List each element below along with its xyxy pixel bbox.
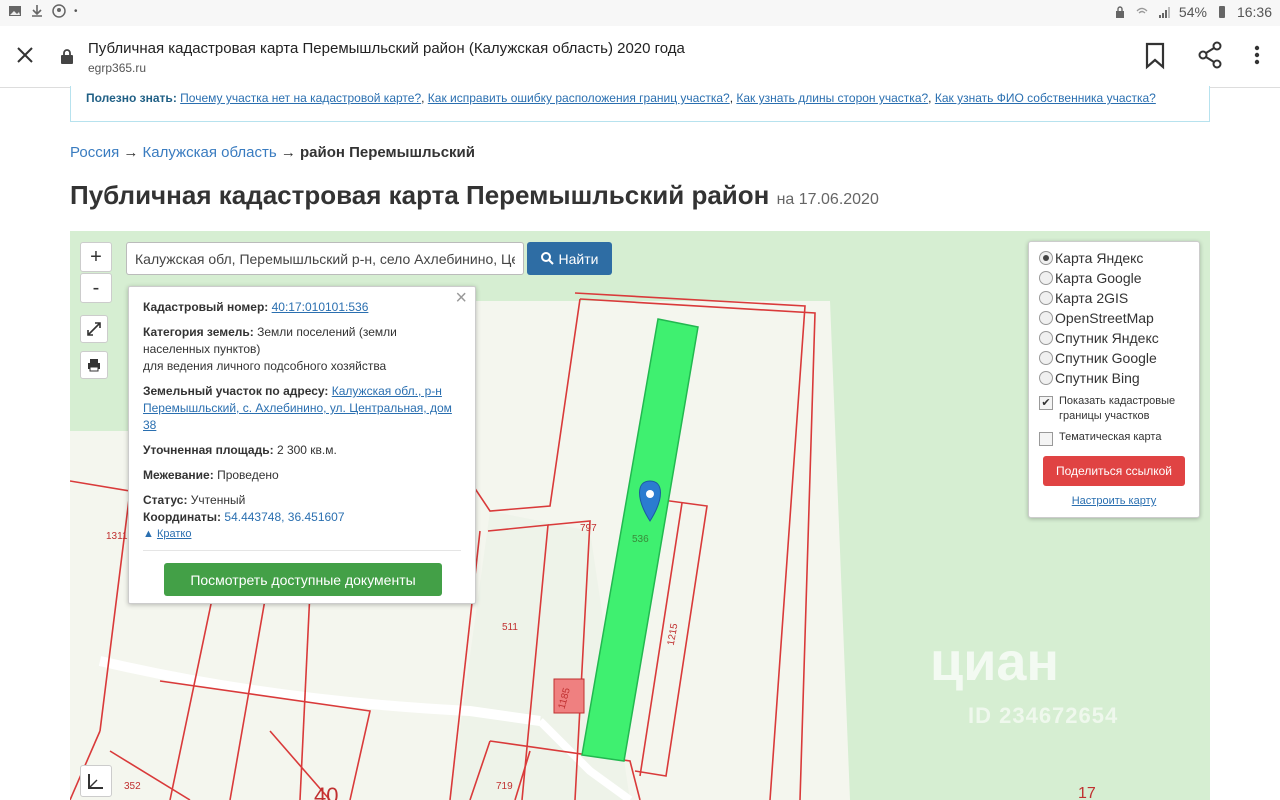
fullscreen-button[interactable] <box>80 315 108 343</box>
ruler-icon <box>88 774 103 789</box>
status-bar: • 54% 16:36 <box>0 0 1280 26</box>
coordinates-value: 54.443748, 36.451607 <box>224 510 345 524</box>
search-icon <box>540 252 554 265</box>
heading-title: Публичная кадастровая карта Перемышльски… <box>70 180 770 210</box>
radio-icon[interactable] <box>1039 311 1053 325</box>
layer-osm[interactable]: OpenStreetMap <box>1039 308 1189 328</box>
plot-label: 797 <box>580 523 597 534</box>
download-icon <box>32 5 42 17</box>
print-button[interactable] <box>80 351 108 379</box>
land-category-row: Категория земель: Земли поселений (земли… <box>143 325 397 373</box>
show-borders-checkbox[interactable]: ✔ Показать кадастровые границы участков <box>1039 394 1189 424</box>
layer-2gis-map[interactable]: Карта 2GIS <box>1039 288 1189 308</box>
address-search-input[interactable] <box>126 242 524 275</box>
radio-icon[interactable] <box>1039 291 1053 305</box>
bookmark-icon[interactable] <box>1140 40 1170 70</box>
plot-label: 1311 <box>106 531 128 542</box>
wifi-icon <box>1136 7 1148 14</box>
status-row: Статус: Учтенный <box>143 493 246 507</box>
cadastral-number-link[interactable]: 40:17:010101:536 <box>272 300 369 314</box>
watermark: циан <box>930 632 1060 692</box>
survey-row: Межевание: Проведено <box>143 468 279 482</box>
configure-map-link[interactable]: Настроить карту <box>1039 495 1189 507</box>
page-url: egrp365.ru <box>88 61 147 75</box>
tip-link-fix-error[interactable]: Как исправить ошибку расположения границ… <box>428 91 730 105</box>
page-title: Публичная кадастровая карта Перемышльски… <box>88 40 685 57</box>
plot-label: 17 <box>1078 785 1096 800</box>
clock: 16:36 <box>1236 4 1272 20</box>
view-documents-button[interactable]: Посмотреть доступные документы <box>164 563 442 596</box>
breadcrumb: Россия → Калужская область → район Перем… <box>70 144 475 161</box>
popup-close-icon[interactable]: × <box>455 288 467 308</box>
gallery-icon <box>9 6 21 16</box>
useful-tips: Полезно знать: Почему участка нет на кад… <box>70 86 1210 122</box>
short-link[interactable]: Кратко <box>157 528 192 540</box>
map-layers-panel: Карта Яндекс Карта Google Карта 2GIS Ope… <box>1028 241 1200 518</box>
watermark-id: ID 234672654 <box>968 703 1119 728</box>
more-menu-icon[interactable] <box>1245 40 1269 70</box>
browser-toolbar: Публичная кадастровая карта Перемышльски… <box>0 26 1280 88</box>
triangle-up-icon: ▲ <box>143 528 154 540</box>
close-icon[interactable] <box>14 44 36 66</box>
battery-percent: 54% <box>1178 4 1207 20</box>
area-row: Уточненная площадь: 2 300 кв.м. <box>143 443 337 457</box>
dot-icon: • <box>74 5 78 17</box>
breadcrumb-russia[interactable]: Россия <box>70 144 119 161</box>
checkbox-empty-icon[interactable] <box>1039 432 1053 446</box>
plot-label: 719 <box>496 781 513 792</box>
share-icon[interactable] <box>1195 40 1225 70</box>
layer-bing-satellite[interactable]: Спутник Bing <box>1039 368 1189 388</box>
radio-icon[interactable] <box>1039 351 1053 365</box>
print-icon <box>88 359 100 372</box>
account-icon <box>52 4 66 18</box>
tip-link-missing-plot[interactable]: Почему участка нет на кадастровой карте? <box>180 91 421 105</box>
share-link-button[interactable]: Поделиться ссылкой <box>1043 456 1185 486</box>
radio-icon[interactable] <box>1039 251 1053 265</box>
coords-row: Координаты: 54.443748, 36.451607 <box>143 510 345 524</box>
checkmark-icon[interactable]: ✔ <box>1039 396 1053 410</box>
signal-icon <box>1158 7 1170 18</box>
battery-icon <box>1218 6 1225 18</box>
breadcrumb-separator: → <box>280 144 296 161</box>
cadastral-number-row: Кадастровый номер: 40:17:010101:536 <box>143 300 369 314</box>
thematic-map-checkbox[interactable]: Тематическая карта <box>1039 430 1189 446</box>
radio-icon[interactable] <box>1039 271 1053 285</box>
layer-google-satellite[interactable]: Спутник Google <box>1039 348 1189 368</box>
lock-icon <box>61 49 73 64</box>
tip-link-side-lengths[interactable]: Как узнать длины сторон участка? <box>736 91 928 105</box>
tip-link-owner[interactable]: Как узнать ФИО собственника участка? <box>935 91 1156 105</box>
popup-divider <box>143 550 461 551</box>
radio-icon[interactable] <box>1039 371 1053 385</box>
tips-label: Полезно знать: <box>86 91 177 105</box>
plot-label: 40 <box>314 783 339 800</box>
search-button-label: Найти <box>558 250 599 267</box>
breadcrumb-current: район Перемышльский <box>300 144 475 161</box>
measure-button[interactable] <box>80 765 112 797</box>
layer-yandex-map[interactable]: Карта Яндекс <box>1039 248 1189 268</box>
plot-label: 536 <box>632 534 649 545</box>
layer-google-map[interactable]: Карта Google <box>1039 268 1189 288</box>
plot-label: 511 <box>502 622 518 633</box>
plot-label: 352 <box>124 781 141 792</box>
breadcrumb-kaluga[interactable]: Калужская область <box>143 144 277 161</box>
radio-icon[interactable] <box>1039 331 1053 345</box>
fullscreen-icon <box>87 322 101 336</box>
heading-date: на 17.06.2020 <box>776 191 879 208</box>
layer-yandex-satellite[interactable]: Спутник Яндекс <box>1039 328 1189 348</box>
zoom-in-button[interactable]: + <box>80 242 112 272</box>
lock-screen-icon <box>1115 6 1124 18</box>
cadastral-map[interactable]: 1311 797 536 511 1215 1185 352 719 40 17… <box>70 231 1210 800</box>
plot-info-popup: × Кадастровый номер: 40:17:010101:536 Ка… <box>128 286 476 604</box>
collapse-toggle[interactable]: ▲ Кратко <box>143 526 461 543</box>
search-button[interactable]: Найти <box>527 242 612 275</box>
zoom-out-button[interactable]: - <box>80 273 112 303</box>
address-row: Земельный участок по адресу: Калужская о… <box>143 384 452 432</box>
page-heading: Публичная кадастровая карта Перемышльски… <box>70 180 879 211</box>
breadcrumb-separator: → <box>123 144 139 161</box>
